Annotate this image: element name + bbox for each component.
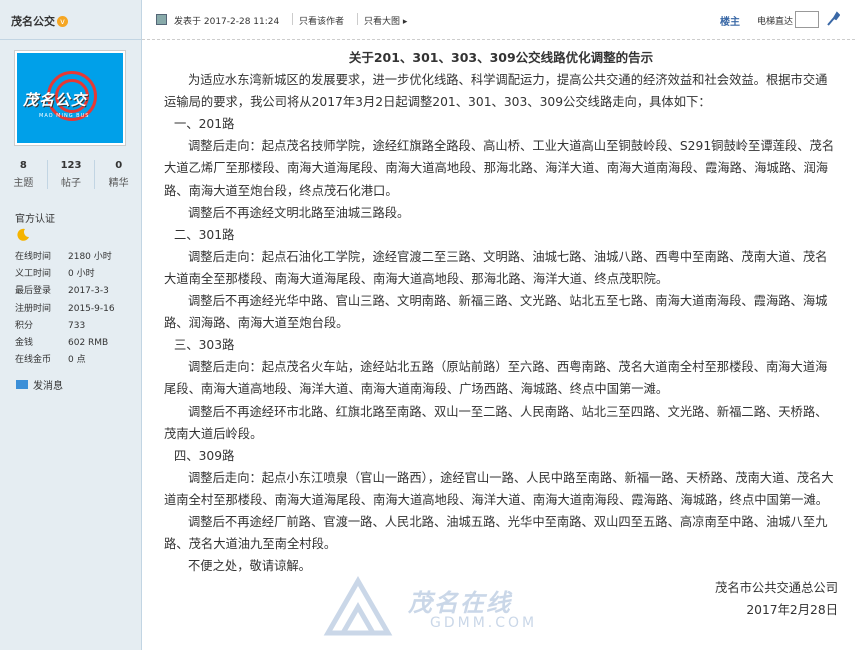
info-value: 0 点 <box>68 355 86 366</box>
avatar-logo-sub: MAO MING BUS <box>39 113 90 119</box>
stat-threads[interactable]: 8 主题 <box>0 160 47 189</box>
route-303-new: 调整后走向：起点茂名火车站，途经站北五路（原站前路）至六路、西粤南路、茂名大道南… <box>164 360 828 397</box>
post-title: 关于201、301、303、309公交线路优化调整的告示 <box>348 50 654 65</box>
stat-value: 123 <box>60 160 82 171</box>
info-key: 积分 <box>15 320 34 331</box>
avatar-logo-text: 茂名公交 <box>23 91 88 109</box>
section-heading-309: 四、309路 <box>174 448 235 463</box>
info-row: 在线时间 2180 小时 <box>15 249 115 266</box>
online-status-icon <box>156 14 167 25</box>
moon-icon <box>17 228 29 241</box>
stat-digest[interactable]: 0 精华 <box>94 160 142 189</box>
route-301-removed: 调整后不再途经光华中路、官山三路、文明南路、新福三路、文光路、站北五至七路、南海… <box>164 294 828 331</box>
floor-label: 楼主 <box>720 17 740 28</box>
info-key: 在线金币 <box>15 355 52 366</box>
author-info: 在线时间 2180 小时 义工时间 0 小时 最后登录 2017-3-3 注册时间 20… <box>15 249 115 369</box>
info-value: 2180 小时 <box>68 252 112 262</box>
avatar[interactable]: 茂名公交 MAO MING BUS <box>15 51 125 145</box>
envelope-icon <box>16 380 28 389</box>
post-toolbar: 发表于 2017-2-28 11:24 只看该作者 只看大图 ▸ 楼主 电梯直达 <box>142 0 855 40</box>
floor-jump-input[interactable] <box>795 11 819 28</box>
section-heading-201: 一、201路 <box>174 117 235 132</box>
divider <box>357 13 358 25</box>
info-row: 金钱 602 RMB <box>15 335 115 352</box>
section-heading-303: 三、303路 <box>174 338 235 353</box>
section-heading-301: 二、301路 <box>174 227 235 242</box>
wrench-icon[interactable] <box>826 11 840 27</box>
route-303-removed: 调整后不再途经环市北路、红旗北路至南路、双山一至二路、人民南路、站北三至四路、文… <box>164 404 828 441</box>
send-message-label: 发消息 <box>33 381 63 392</box>
info-key: 注册时间 <box>15 303 52 314</box>
floor-jump-label: 电梯直达 <box>756 17 793 27</box>
site-watermark: 茂名在线 GDMM.COM <box>318 573 548 643</box>
post-content: 关于201、301、303、309公交线路优化调整的告示 为适应水东湾新城区的发… <box>164 47 838 621</box>
info-row: 注册时间 2015-9-16 <box>15 301 115 318</box>
info-row: 最后登录 2017-3-3 <box>15 283 115 300</box>
info-row: 义工时间 0 小时 <box>15 266 115 283</box>
author-sidebar: 茂名公交 v 茂名公交 MAO MING BUS 8 主题 123 帖子 0 精华… <box>0 0 142 650</box>
author-only-link[interactable]: 只看该作者 <box>299 14 344 27</box>
divider <box>292 13 293 25</box>
route-201-new: 调整后走向：起点茂名技师学院，途经红旗路全路段、高山桥、工业大道高山至铜鼓岭段、… <box>164 139 835 198</box>
watermark-cn: 茂名在线 <box>408 589 512 617</box>
stat-label: 主题 <box>13 178 34 189</box>
stat-value: 0 <box>115 160 123 171</box>
route-309-new: 调整后走向：起点小东江喷泉（官山一路西），途经官山一路、人民中路至南路、新福一路… <box>164 470 834 507</box>
info-key: 义工时间 <box>15 269 52 280</box>
route-301-new: 调整后走向：起点石油化工学院，途经官渡二至三路、文明路、油城七路、油城八路、西粤… <box>164 249 828 286</box>
stat-posts[interactable]: 123 帖子 <box>46 160 95 189</box>
author-header: 茂名公交 v <box>0 0 141 40</box>
watermark-en: GDMM.COM <box>430 615 538 631</box>
cert-label: 官方认证 <box>15 214 55 225</box>
verified-icon: v <box>57 16 68 27</box>
info-value: 0 小时 <box>68 269 95 280</box>
big-image-link[interactable]: 只看大图 ▸ <box>364 14 407 27</box>
stat-label: 帖子 <box>61 178 81 189</box>
info-key: 在线时间 <box>15 252 52 262</box>
stat-value: 8 <box>19 160 27 171</box>
info-value: 2015-9-16 <box>68 303 115 314</box>
info-value: 2017-3-3 <box>68 286 109 297</box>
send-message-link[interactable]: 发消息 <box>16 377 63 392</box>
info-row: 积分 733 <box>15 318 115 335</box>
info-value: 602 RMB <box>68 338 109 349</box>
route-309-removed: 调整后不再途经厂前路、官渡一路、人民北路、油城五路、光华中至南路、双山四至五路、… <box>164 514 828 552</box>
author-stats: 8 主题 123 帖子 0 精华 <box>0 160 142 189</box>
route-201-removed: 调整后不再途经文明北路至油城三路段。 <box>188 205 410 220</box>
stat-label: 精华 <box>108 178 129 189</box>
info-key: 最后登录 <box>15 286 52 297</box>
post-intro: 为适应水东湾新城区的发展要求，进一步优化线路、科学调配运力，提高公共交通的经济效… <box>164 73 828 110</box>
info-value: 733 <box>68 320 86 331</box>
post-time: 发表于 2017-2-28 11:24 <box>174 17 280 27</box>
watermark-logo-icon <box>323 575 393 636</box>
info-key: 金钱 <box>15 338 34 349</box>
info-row: 在线金币 0 点 <box>15 352 115 369</box>
author-name[interactable]: 茂名公交 <box>11 15 55 28</box>
